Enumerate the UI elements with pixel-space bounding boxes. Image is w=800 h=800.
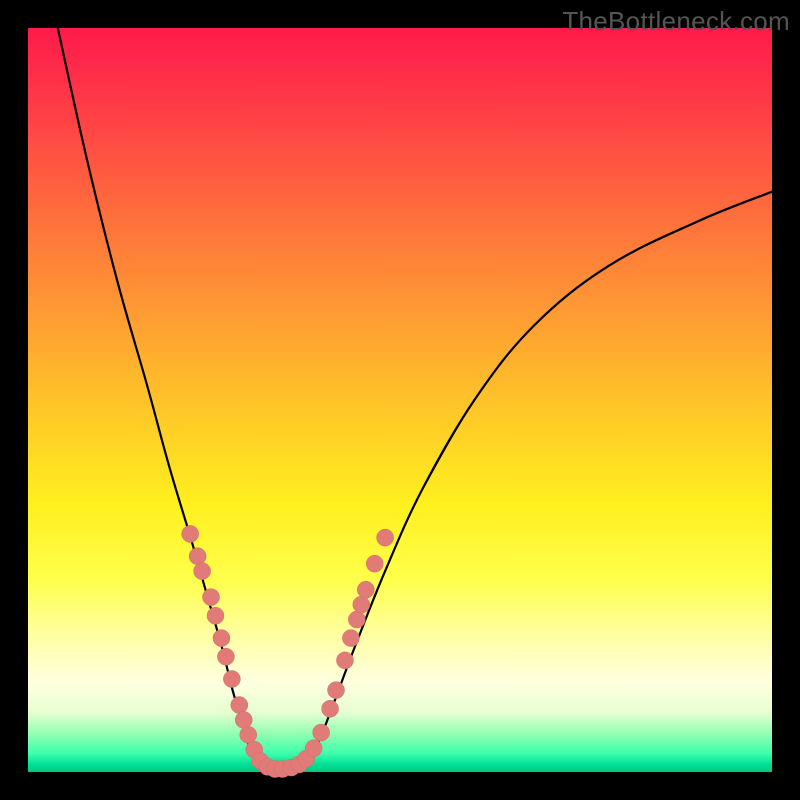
data-point [207, 607, 224, 624]
data-point [189, 548, 206, 565]
data-point [357, 581, 374, 598]
curve-tail [422, 192, 772, 490]
data-point [231, 697, 248, 714]
data-point [305, 740, 322, 757]
data-point [213, 630, 230, 647]
data-point [313, 724, 330, 741]
data-point [348, 611, 365, 628]
curve-layer [58, 28, 772, 770]
watermark-text: TheBottleneck.com [562, 6, 790, 37]
plot-area [28, 28, 772, 772]
data-point [194, 563, 211, 580]
data-point [377, 529, 394, 546]
chart-svg [28, 28, 772, 772]
marker-layer [182, 525, 394, 777]
data-point [353, 596, 370, 613]
data-point [217, 648, 234, 665]
data-point [342, 630, 359, 647]
data-point [235, 711, 252, 728]
chart-frame: TheBottleneck.com [0, 0, 800, 800]
data-point [336, 652, 353, 669]
data-point [328, 682, 345, 699]
data-point [240, 726, 257, 743]
data-point [182, 525, 199, 542]
data-point [322, 700, 339, 717]
data-point [203, 589, 220, 606]
data-point [366, 555, 383, 572]
data-point [223, 671, 240, 688]
bottleneck-curve [58, 28, 772, 770]
